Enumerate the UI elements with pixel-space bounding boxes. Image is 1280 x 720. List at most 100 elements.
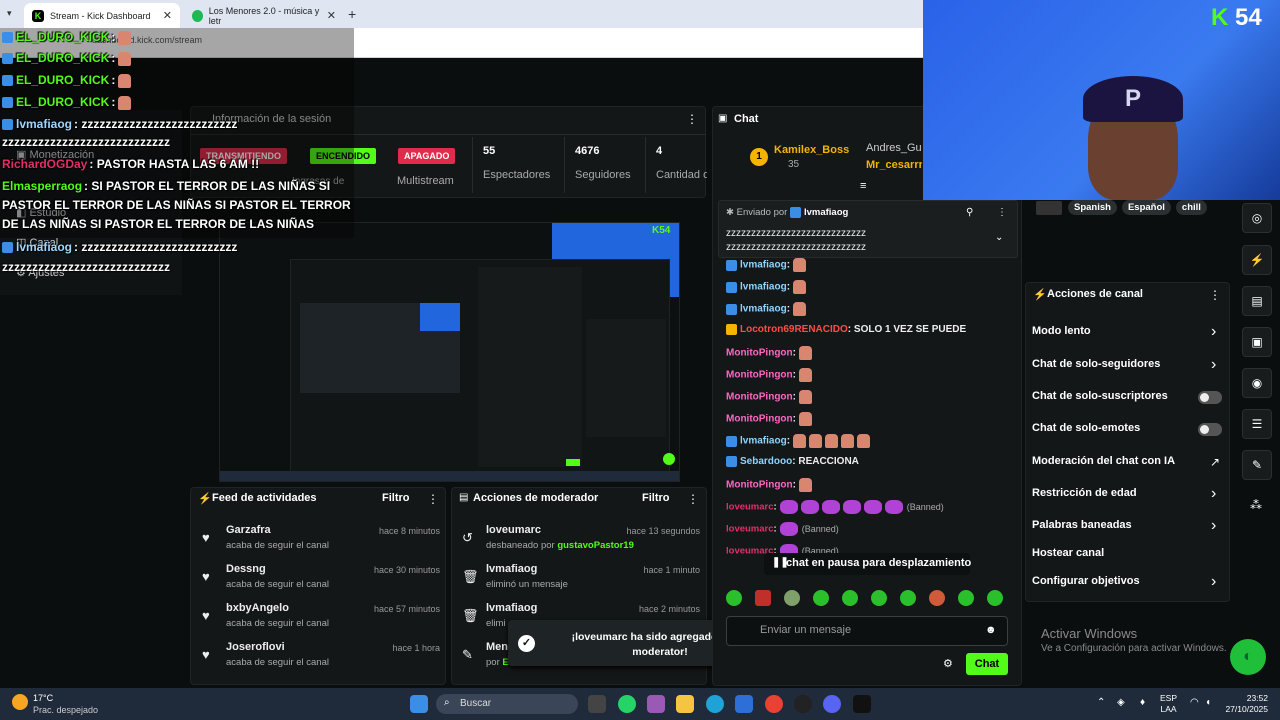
network-icon[interactable]: ◈ [1117, 697, 1125, 708]
channel-action-chat-de-solo-suscriptores[interactable]: Chat de solo-suscriptores [1032, 390, 1168, 402]
chevron-down-icon[interactable]: ⌄ [995, 232, 1003, 243]
obs-icon[interactable] [794, 695, 812, 713]
camera-icon[interactable]: ◎ [1242, 203, 1272, 233]
tag[interactable]: Spanish [1068, 200, 1117, 215]
copilot-icon[interactable] [647, 695, 665, 713]
tag[interactable]: Español [1121, 200, 1171, 215]
followers-label: Seguidores [575, 169, 631, 181]
chat-username[interactable]: lvmafiaog [740, 260, 787, 271]
volume-icon[interactable]: ◖ [1205, 697, 1211, 708]
tab-music[interactable]: Los Menores 2.0 - música y letr ✕ [184, 3, 344, 28]
file-explorer-icon[interactable] [676, 695, 694, 713]
chrome-icon[interactable] [765, 695, 783, 713]
emote-icon[interactable] [784, 590, 800, 606]
channel-action-palabras-baneadas[interactable]: Palabras baneadas [1032, 519, 1132, 531]
mod-filter-button[interactable]: Filtro [642, 492, 670, 504]
send-chat-button[interactable]: Chat [966, 653, 1008, 675]
channel-action-configurar-objetivos[interactable]: Configurar objetivos [1032, 575, 1140, 587]
chat-username[interactable]: lvmafiaog [740, 282, 787, 293]
emote-icon[interactable] [726, 590, 742, 606]
emote-icon[interactable] [929, 590, 945, 606]
emoji-icon[interactable]: ☻ [985, 624, 997, 636]
emote-icon[interactable] [871, 590, 887, 606]
chat-username[interactable]: lvmafiaog [740, 304, 787, 315]
weather-temp[interactable]: 17°C [33, 693, 53, 703]
chevron-right-icon[interactable]: › [1211, 573, 1216, 591]
emote-icon[interactable] [842, 590, 858, 606]
chat-text: : [792, 369, 796, 381]
top-user-2[interactable]: Andres_Gua [866, 142, 922, 154]
chevron-right-icon[interactable]: › [1211, 356, 1216, 374]
chat-username[interactable]: loveumarc [726, 502, 774, 513]
whatsapp-icon[interactable] [618, 695, 636, 713]
chat-username[interactable]: Sebardooo [740, 456, 792, 467]
tiktok-icon[interactable] [853, 695, 871, 713]
preview-send-button [566, 459, 580, 466]
edge-icon[interactable] [706, 695, 724, 713]
chat-settings-icon[interactable]: ⚙ [943, 657, 953, 670]
clock[interactable]: 23:52 27/10/2025 [1222, 693, 1268, 715]
more-options-icon[interactable]: ⁂ [1250, 498, 1262, 512]
chat-username[interactable]: MonitoPingon [726, 480, 793, 491]
chat-username[interactable]: loveumarc [726, 524, 774, 535]
new-tab-button[interactable]: + [348, 6, 356, 22]
taskbar-search[interactable] [436, 694, 578, 714]
channel-action-hostear-canal[interactable]: Hostear canal [1032, 547, 1104, 559]
emote-icon[interactable] [987, 590, 1003, 606]
microphone-icon[interactable]: ♦ [1140, 697, 1145, 708]
top-user-3[interactable]: Mr_cesarrr [866, 159, 922, 171]
tab-list-dropdown-icon[interactable]: ▾ [7, 8, 12, 19]
overlay-text: PASTOR EL TERROR DE LAS NIÑAS SI PASTOR … [2, 198, 351, 212]
channel-action-moderaci-n-del-chat-con-ia[interactable]: Moderación del chat con IA [1032, 455, 1175, 467]
emote-icon[interactable] [900, 590, 916, 606]
language-indicator[interactable]: ESP LAA [1160, 693, 1177, 715]
emote-icon[interactable] [958, 590, 974, 606]
kebab-menu-icon[interactable]: ⋮ [1209, 288, 1221, 302]
kebab-menu-icon[interactable]: ⋮ [686, 112, 698, 126]
help-fab-button[interactable]: ◐ [1230, 639, 1266, 675]
channel-action-modo-lento[interactable]: Modo lento [1032, 325, 1091, 337]
list-icon[interactable]: ☰ [1242, 409, 1272, 439]
emote-icon[interactable] [755, 590, 771, 606]
document-icon[interactable]: ▤ [1242, 286, 1272, 316]
chat-username[interactable]: MonitoPingon [726, 370, 793, 381]
tab-kick-dashboard[interactable]: K Stream - Kick Dashboard ✕ [24, 3, 180, 28]
expand-icon[interactable]: ≡ [860, 180, 866, 192]
task-view-icon[interactable] [588, 695, 606, 713]
tray-chevron-icon[interactable]: ⌃ [1097, 697, 1105, 708]
chevron-right-icon[interactable]: › [1211, 517, 1216, 535]
lightning-icon[interactable]: ⚡ [1242, 245, 1272, 275]
emote-icon[interactable] [813, 590, 829, 606]
external-link-icon[interactable]: ↗ [1210, 455, 1220, 469]
toggle-switch[interactable] [1198, 391, 1222, 404]
windows-start-icon[interactable] [410, 695, 428, 713]
stream-preview[interactable]: K54 [219, 222, 680, 482]
chat-icon[interactable]: ▣ [1242, 327, 1272, 357]
channel-action-restricci-n-de-edad[interactable]: Restricción de edad [1032, 487, 1137, 499]
store-icon[interactable] [735, 695, 753, 713]
activity-filter-button[interactable]: Filtro [382, 492, 410, 504]
kebab-menu-icon[interactable]: ⋮ [427, 492, 439, 506]
chat-username[interactable]: MonitoPingon [726, 348, 793, 359]
chevron-right-icon[interactable]: › [1211, 323, 1216, 341]
broadcast-icon[interactable]: ◉ [1242, 368, 1272, 398]
channel-action-chat-de-solo-emotes[interactable]: Chat de solo-emotes [1032, 422, 1140, 434]
chevron-right-icon[interactable]: › [1211, 485, 1216, 503]
wifi-icon[interactable]: ◠ [1190, 697, 1199, 708]
close-tab-icon[interactable]: ✕ [327, 9, 336, 22]
chat-username[interactable]: Locotron69RENACIDO [740, 324, 848, 335]
wrench-icon[interactable]: ✎ [1242, 450, 1272, 480]
chat-username[interactable]: MonitoPingon [726, 392, 793, 403]
top-user-1[interactable]: Kamilex_Boss [774, 144, 849, 156]
tag[interactable]: chill [1175, 200, 1207, 215]
kebab-menu-icon[interactable]: ⋮ [687, 492, 699, 506]
channel-action-chat-de-solo-seguidores[interactable]: Chat de solo-seguidores [1032, 358, 1160, 370]
kebab-menu-icon[interactable]: ⋮ [997, 207, 1007, 218]
chat-username[interactable]: MonitoPingon [726, 414, 793, 425]
toggle-switch[interactable] [1198, 423, 1222, 436]
list-item: ♥ Garzafra acaba de seguir el canal hace 8 … [196, 524, 446, 562]
close-tab-icon[interactable]: ✕ [163, 9, 172, 22]
unpin-icon[interactable]: ⚲ [966, 207, 973, 218]
discord-icon[interactable] [823, 695, 841, 713]
chat-username[interactable]: lvmafiaog [740, 436, 787, 447]
